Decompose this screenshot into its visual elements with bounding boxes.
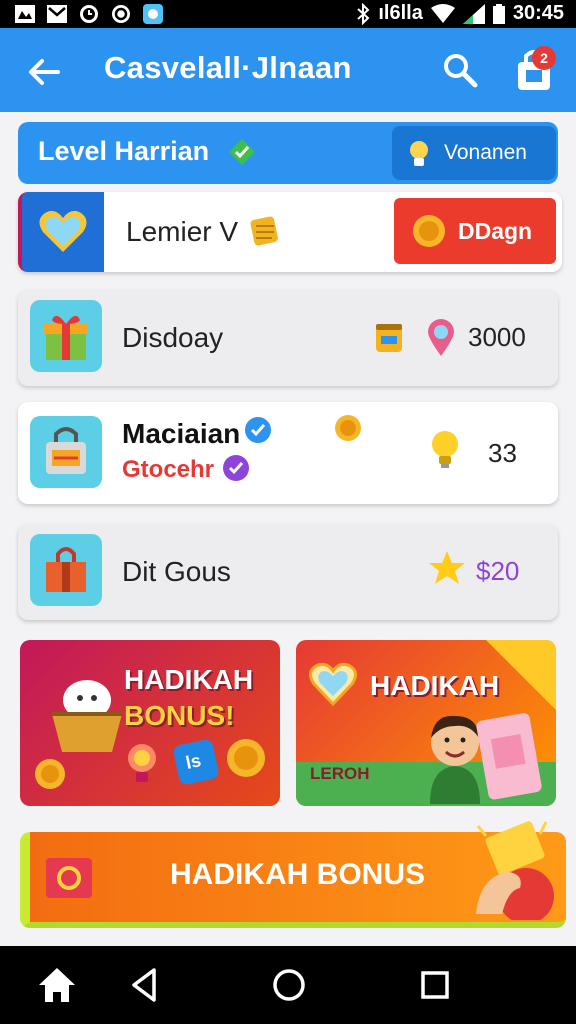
item-value: 33 [488, 438, 517, 468]
item-label: Lemier V [126, 216, 239, 247]
coin-jar-icon [376, 324, 402, 352]
item-label: Disdoay [122, 322, 224, 353]
heart-outline-icon [309, 662, 357, 707]
list-item-dit-gous[interactable]: Dit Gous $20 [18, 524, 558, 620]
location-pin-icon [428, 319, 454, 356]
list-item-disdoay[interactable]: Disdoay 3000 [18, 290, 558, 386]
gift-icon [44, 315, 88, 360]
item-label: Dit Gous [122, 556, 231, 587]
promo-chip-text: ls [183, 750, 203, 773]
level-action-button[interactable]: Vonanen [392, 126, 556, 180]
recents-icon[interactable] [414, 964, 456, 1006]
list-item-maciaian[interactable]: Maciaian Gtocehr 33 [18, 402, 558, 504]
cart-badge: 2 [532, 46, 556, 70]
gift-thumb [30, 534, 102, 606]
hand-ticket-illustration [476, 821, 554, 920]
promo-banner-hadikah[interactable]: HADIKAH LEROH [296, 640, 556, 806]
item-label: Maciaian [122, 418, 241, 449]
collect-button[interactable]: DDagn [394, 198, 556, 264]
battery-icon [492, 3, 505, 24]
wifi-icon [430, 3, 455, 23]
sync-notification-icon [112, 5, 130, 23]
promo-badge: LEROH [310, 764, 370, 783]
promo-chip: ls [172, 738, 220, 786]
system-nav-bar [0, 946, 576, 1024]
verified-blue-icon [245, 417, 271, 443]
mail-notification-icon [47, 5, 67, 23]
bag-thumb [30, 416, 102, 488]
back-icon[interactable] [24, 52, 64, 92]
coin-icon [35, 759, 65, 789]
home-circle-icon[interactable] [268, 964, 310, 1006]
app-title: Casvelall·Jlnaan [104, 50, 352, 85]
coin-icon [413, 215, 445, 247]
item-value: $20 [476, 556, 520, 586]
status-bar: ıl6lla 30:45 [0, 0, 576, 28]
phone-card-icon [476, 713, 542, 800]
item-value: 3000 [468, 322, 526, 352]
signal-text: ıl6lla [378, 2, 423, 24]
clock: 30:45 [512, 2, 564, 24]
bulb-icon [432, 431, 458, 468]
level-banner: Level Harrian Vonanen [18, 122, 558, 184]
game-notification-icon [143, 4, 163, 24]
coin-icon [335, 415, 361, 441]
alarm-notification-icon [80, 5, 98, 23]
search-icon[interactable] [442, 52, 478, 88]
list-item-lemier[interactable]: Lemier V DDagn [18, 192, 562, 272]
bottom-banner-title: HADIKAH BONUS [170, 858, 425, 891]
app-bar: Casvelall·Jlnaan 2 [0, 28, 576, 112]
bottom-bonus-banner[interactable]: HADIKAH BONUS [20, 821, 566, 928]
gallery-notification-icon [15, 5, 35, 23]
heart-icon [39, 210, 87, 252]
bulb-icon [410, 141, 428, 166]
item-sublabel: Gtocehr [122, 456, 215, 483]
coin-stack-icon [250, 216, 278, 246]
promo-title: HADIKAH [370, 670, 500, 701]
verified-check-icon [229, 139, 255, 165]
cell-signal-icon [462, 3, 485, 24]
promo-banner-bonus[interactable]: HADIKAH BONUS! ls [20, 640, 280, 806]
bluetooth-icon [357, 2, 370, 25]
home-icon[interactable] [36, 964, 78, 1006]
level-label: Level Harrian [38, 136, 210, 166]
gift-icon [46, 547, 86, 592]
collect-label: DDagn [458, 218, 533, 244]
heart-thumb [22, 192, 104, 272]
gift-box-icon [46, 858, 92, 898]
bulb-icon [128, 744, 156, 782]
promo-subtitle: BONUS! [124, 700, 235, 731]
bag-icon [46, 427, 86, 474]
promo-title: HADIKAH [124, 664, 254, 695]
back-nav-icon[interactable] [124, 964, 166, 1006]
coin-icon [227, 739, 265, 777]
level-action-label: Vonanen [444, 141, 527, 164]
verified-purple-icon [223, 455, 249, 481]
gift-thumb [30, 300, 102, 372]
star-icon [429, 551, 465, 584]
basket-icon [52, 680, 122, 752]
